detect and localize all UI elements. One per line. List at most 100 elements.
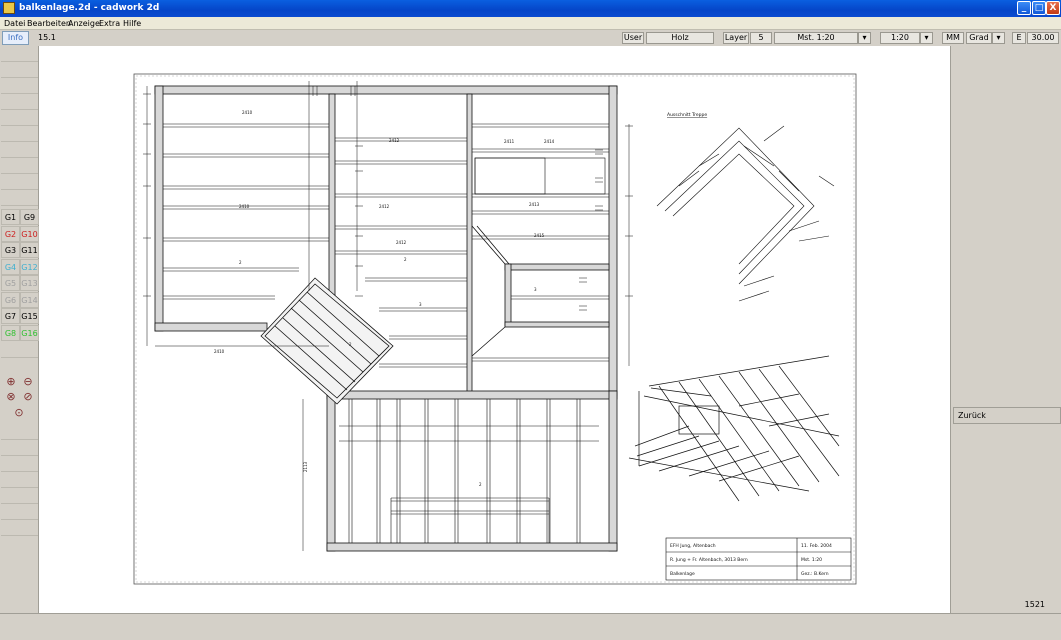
app-icon: [3, 2, 15, 14]
tool-slot[interactable]: [1, 46, 38, 62]
title-block-text: EFH Jung, Altenbach 11. Feb. 2004 R. Jun…: [670, 543, 832, 577]
tool-slot[interactable]: [1, 488, 38, 504]
svg-text:2410: 2410: [242, 110, 253, 115]
menu-hilfe[interactable]: Hilfe: [123, 19, 141, 28]
svg-text:2413: 2413: [529, 202, 540, 207]
application-window: balkenlage.2d - cadwork 2d _ □ X Datei B…: [0, 0, 1061, 640]
svg-text:2412: 2412: [389, 138, 400, 143]
tool-slot[interactable]: [1, 110, 38, 126]
back-button[interactable]: Zurück: [953, 407, 1061, 424]
group-button-g15[interactable]: G15: [20, 308, 39, 324]
layer-label: Layer: [723, 32, 749, 44]
angle-unit-dropdown[interactable]: Grad: [966, 32, 992, 44]
tool-slot[interactable]: [1, 126, 38, 142]
svg-text:2415: 2415: [534, 233, 545, 238]
tool-slot[interactable]: [1, 440, 38, 456]
title-block-project: EFH Jung, Altenbach: [670, 543, 716, 549]
svg-text:2410: 2410: [214, 349, 225, 354]
group-button-g14[interactable]: G14: [20, 291, 39, 308]
svg-text:2412: 2412: [379, 204, 390, 209]
maximize-button[interactable]: □: [1032, 1, 1046, 15]
title-bar: balkenlage.2d - cadwork 2d _ □ X: [0, 0, 1061, 17]
group-button-g5[interactable]: G5: [1, 275, 20, 291]
floor-plan: 2410 2412 2411 2414 2412 2413 2410 2412 2415…: [143, 81, 633, 552]
title-block-date: 11. Feb. 2004: [801, 543, 832, 549]
menu-bar: Datei Bearbeiten Anzeige Extra Hilfe: [0, 17, 1061, 30]
user-label: User: [622, 32, 644, 44]
group-button-g6[interactable]: G6: [1, 291, 20, 308]
menu-datei[interactable]: Datei: [4, 19, 25, 28]
svg-text:2: 2: [479, 482, 482, 487]
tool-slot[interactable]: [1, 342, 38, 358]
tool-slot[interactable]: [1, 472, 38, 488]
menu-anzeige[interactable]: Anzeige: [68, 19, 100, 28]
svg-text:2412: 2412: [396, 240, 407, 245]
group-button-g12[interactable]: G12: [20, 258, 39, 275]
info-button[interactable]: Info: [2, 31, 29, 45]
zoom-all-icon[interactable]: ⊙: [13, 407, 25, 419]
tool-slot[interactable]: [1, 504, 38, 520]
zoom-out-icon[interactable]: ⊖: [22, 376, 34, 388]
group-button-g16[interactable]: G16: [20, 324, 39, 341]
group-button-g9[interactable]: G9: [20, 209, 39, 225]
svg-text:2411: 2411: [504, 139, 515, 144]
e-label: E: [1012, 32, 1026, 44]
zoom-window-icon[interactable]: ⊗: [5, 391, 17, 403]
stair-detail: Ausschnitt Treppe: [656, 112, 835, 302]
angle-arrow-icon[interactable]: ▾: [992, 32, 1005, 44]
menu-extra[interactable]: Extra: [99, 19, 120, 28]
e-value-field[interactable]: 30.00: [1027, 32, 1059, 44]
zoom-scale-arrow-icon[interactable]: ▾: [920, 32, 933, 44]
tool-slot[interactable]: [1, 62, 38, 78]
group-button-g11[interactable]: G11: [20, 242, 39, 258]
title-block-scale: Mst. 1:20: [801, 557, 822, 563]
group-button-g3[interactable]: G3: [1, 242, 20, 258]
title-block-client: R. Jung + Fr. Altenbach, 3013 Bern: [670, 557, 748, 563]
minimize-button[interactable]: _: [1017, 1, 1031, 15]
user-field[interactable]: Holz: [646, 32, 714, 44]
tool-slot[interactable]: [1, 78, 38, 94]
zoom-previous-icon[interactable]: ⊘: [22, 391, 34, 403]
svg-text:2: 2: [404, 257, 407, 262]
left-toolbar: G1 G9 G2 G10 G3 G11 G4 G12 G5 G13 G6 G14 G7 G15 G8 G16 …: [0, 46, 39, 613]
tool-slot[interactable]: [1, 142, 38, 158]
tool-slot[interactable]: [1, 456, 38, 472]
group-button-g10[interactable]: G10: [20, 225, 39, 242]
layer-field[interactable]: 5: [750, 32, 772, 44]
window-title: balkenlage.2d - cadwork 2d: [19, 3, 160, 13]
zoom-in-icon[interactable]: ⊕: [5, 376, 17, 388]
tool-slot[interactable]: [1, 158, 38, 174]
tool-slot[interactable]: [1, 424, 38, 440]
menu-bearbeiten[interactable]: Bearbeiten: [27, 19, 71, 28]
title-block-drawn-by: Gez.: B.Kern: [801, 571, 829, 577]
bottom-status-bar: [0, 613, 1061, 640]
group-button-g4[interactable]: G4: [1, 258, 20, 275]
group-button-g8[interactable]: G8: [1, 324, 20, 341]
top-status-bar: Info 15.1 User Holz Layer 5 Mst. 1:20 ▾ …: [0, 30, 1061, 46]
isometric-view: [628, 355, 840, 502]
svg-text:2113: 2113: [303, 461, 308, 472]
coordinate-readout: 1521: [1024, 600, 1045, 609]
group-button-g2[interactable]: G2: [1, 225, 20, 242]
tool-slot[interactable]: [1, 174, 38, 190]
svg-text:3: 3: [419, 302, 422, 307]
unit-field[interactable]: MM: [942, 32, 964, 44]
close-button[interactable]: X: [1046, 1, 1060, 15]
svg-text:2: 2: [239, 260, 242, 265]
svg-text:2410: 2410: [239, 204, 250, 209]
cad-drawing[interactable]: 2410 2412 2411 2414 2412 2413 2410 2412 2415…: [39, 46, 950, 613]
scale-dropdown[interactable]: Mst. 1:20: [774, 32, 858, 44]
scale-dropdown-arrow-icon[interactable]: ▾: [858, 32, 871, 44]
detail-heading: Ausschnitt Treppe: [667, 112, 707, 118]
zoom-scale-dropdown[interactable]: 1:20: [880, 32, 920, 44]
tool-slot[interactable]: [1, 190, 38, 206]
group-button-g7[interactable]: G7: [1, 308, 20, 324]
drawing-canvas[interactable]: 2410 2412 2411 2414 2412 2413 2410 2412 2415…: [39, 46, 950, 613]
group-button-g13[interactable]: G13: [20, 275, 39, 291]
group-button-g1[interactable]: G1: [1, 209, 20, 225]
svg-text:2414: 2414: [544, 139, 555, 144]
version-label: 15.1: [38, 33, 56, 42]
tool-slot[interactable]: [1, 94, 38, 110]
title-block-name: Balkenlage: [670, 571, 695, 577]
tool-slot[interactable]: [1, 520, 38, 536]
